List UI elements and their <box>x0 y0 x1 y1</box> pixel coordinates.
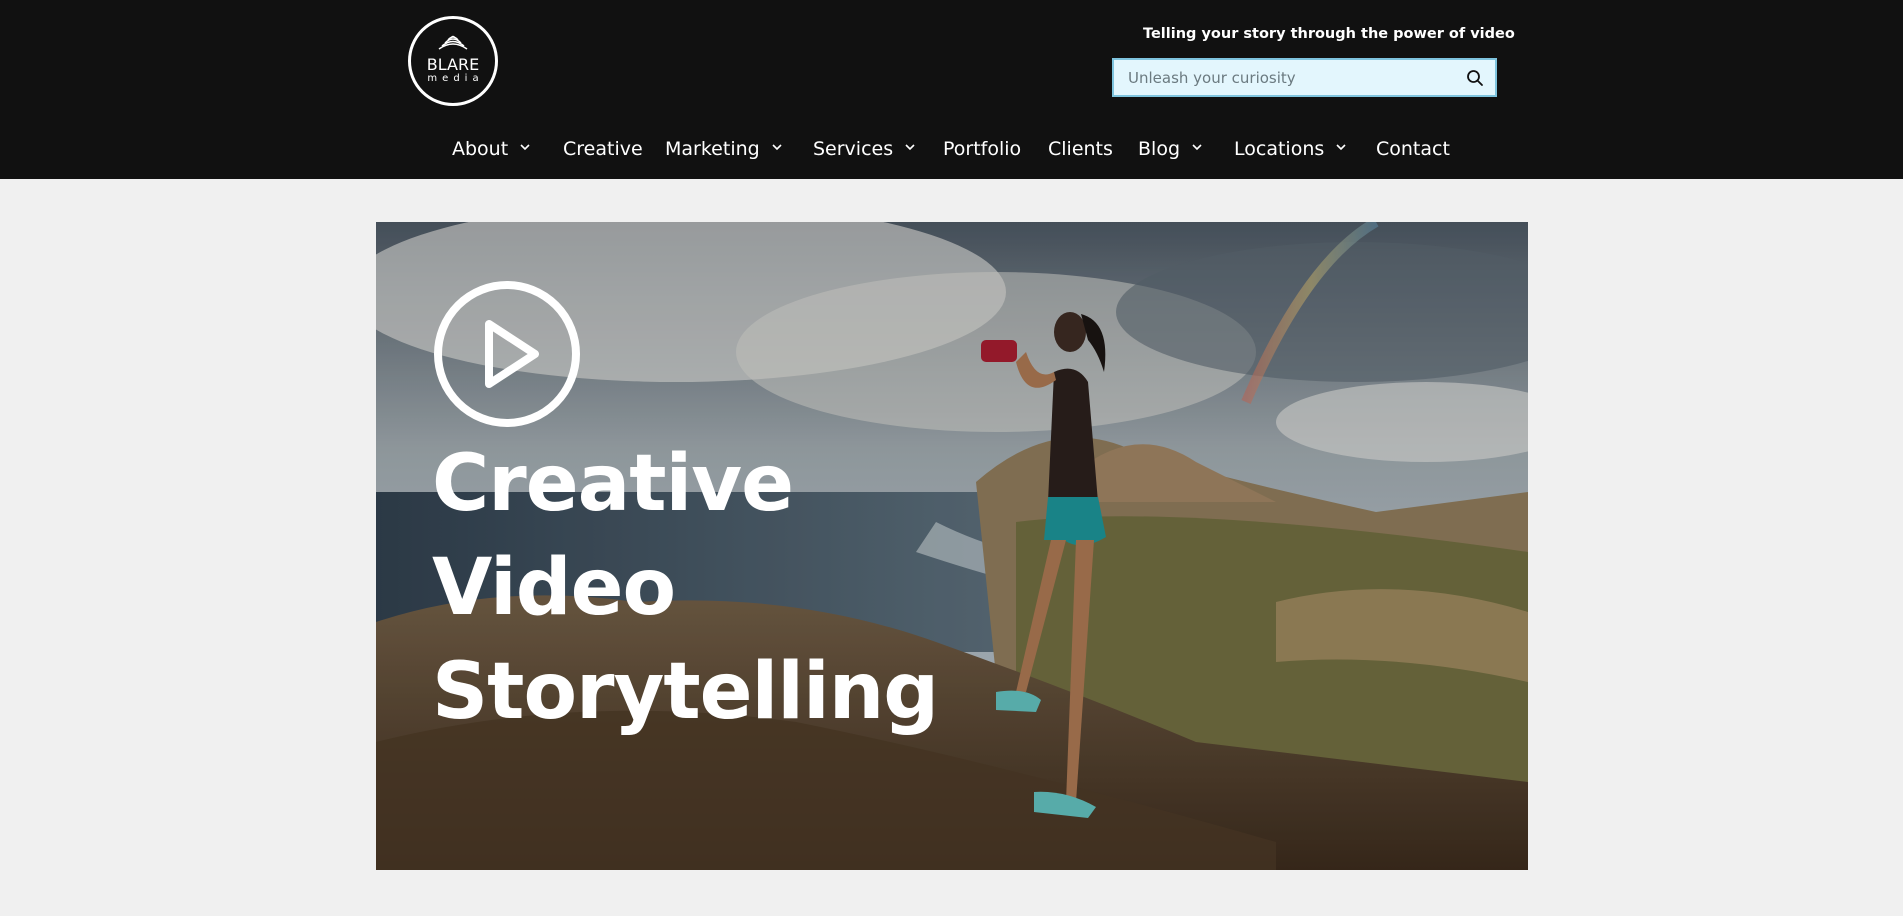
site-header: BLARE media Telling your story through t… <box>0 0 1903 179</box>
nav-item-about[interactable]: About <box>452 134 530 164</box>
search-input[interactable] <box>1114 60 1454 95</box>
nav-item-label: Services <box>813 138 894 160</box>
hero-banner: Creative Video Storytelling <box>376 222 1528 870</box>
nav-item-services[interactable]: Services <box>813 134 915 164</box>
search-icon[interactable] <box>1465 68 1485 88</box>
nav-item-marketing[interactable]: Marketing <box>665 134 782 164</box>
chevron-down-icon <box>905 144 915 151</box>
nav-item-label: Clients <box>1048 138 1113 160</box>
nav-item-locations[interactable]: Locations <box>1234 134 1346 164</box>
nav-item-label: Blog <box>1138 138 1180 160</box>
nav-item-clients[interactable]: Clients <box>1048 134 1113 164</box>
nav-item-contact[interactable]: Contact <box>1376 134 1450 164</box>
logo-subtitle: media <box>427 73 484 84</box>
chevron-down-icon <box>1192 144 1202 151</box>
play-icon[interactable] <box>433 280 581 428</box>
nav-item-label: Marketing <box>665 138 760 160</box>
nav-item-creative[interactable]: Creative <box>563 134 643 164</box>
chevron-down-icon <box>1336 144 1346 151</box>
blare-media-logo[interactable]: BLARE media <box>408 16 498 106</box>
nav-item-label: Locations <box>1234 138 1325 160</box>
hero-headline: Creative Video Storytelling <box>432 432 939 744</box>
site-tagline: Telling your story through the power of … <box>1143 26 1515 42</box>
hero-headline-line: Video <box>432 543 676 633</box>
nav-item-label: About <box>452 138 509 160</box>
nav-item-blog[interactable]: Blog <box>1138 134 1202 164</box>
logo-wordmark: BLARE <box>426 55 480 74</box>
nav-item-label: Contact <box>1376 138 1450 160</box>
nav-item-label: Portfolio <box>943 138 1022 160</box>
hero-headline-line: Creative <box>432 439 794 529</box>
chevron-down-icon <box>772 144 782 151</box>
nav-item-portfolio[interactable]: Portfolio <box>943 134 1021 164</box>
hero-headline-line: Storytelling <box>432 647 939 737</box>
main-navigation: About Creative Marketing Services Portfo… <box>0 134 1903 164</box>
chevron-down-icon <box>520 144 530 151</box>
nav-item-label: Creative <box>563 138 643 160</box>
search-box <box>1112 58 1497 97</box>
